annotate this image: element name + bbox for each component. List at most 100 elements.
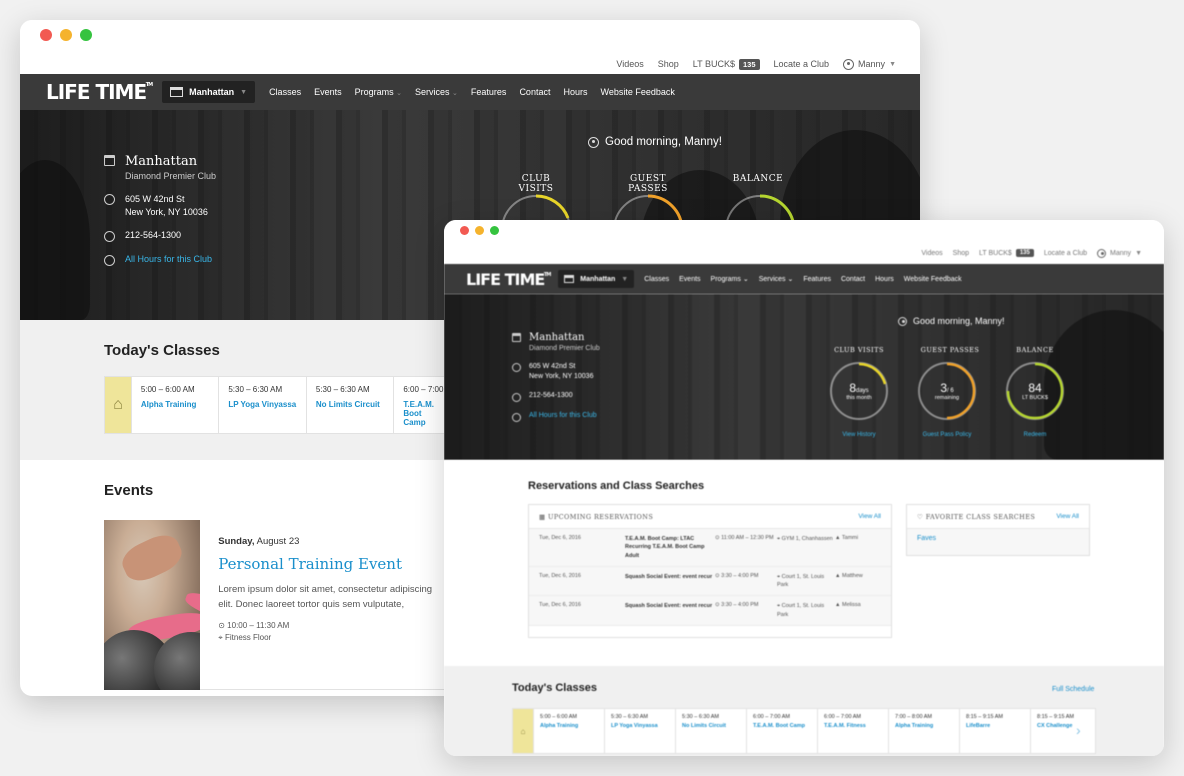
club-type: Diamond Premier Club xyxy=(529,345,600,352)
upcoming-reservations-header: ▦ UPCOMING RESERVATIONS View All xyxy=(529,505,891,529)
main-nav: LIFE TIME TM Manhattan ▼ Classes Events P… xyxy=(444,264,1164,294)
close-window-button[interactable] xyxy=(40,29,52,41)
nav-hours[interactable]: Hours xyxy=(875,276,894,283)
upcoming-reservations-panel: ▦ UPCOMING RESERVATIONS View All Tue, De… xyxy=(528,504,892,638)
nav-features[interactable]: Features xyxy=(471,87,507,97)
class-card[interactable]: 7:00 – 8:00 AM Alpha Training xyxy=(888,709,959,753)
sunrise-icon: ⌂ xyxy=(105,377,131,433)
clock-icon xyxy=(104,255,115,267)
videos-link[interactable]: Videos xyxy=(921,250,942,257)
nav-website-feedback[interactable]: Website Feedback xyxy=(600,87,674,97)
favorite-item[interactable]: Faves xyxy=(907,529,1089,555)
nav-programs[interactable]: Programs ⌄ xyxy=(355,87,402,97)
class-card[interactable]: 5:00 – 6:00 AM Alpha Training xyxy=(533,709,604,753)
class-name[interactable]: LP Yoga Vinyassa xyxy=(228,400,297,409)
class-card[interactable]: 6:00 – 7:00 AM T.E.A.M. Fitness xyxy=(817,709,888,753)
reservations-section: Reservations and Class Searches ▦ UPCOMI… xyxy=(444,460,1164,666)
nav-services[interactable]: Services ⌄ xyxy=(415,87,458,97)
user-name: Manny xyxy=(858,59,886,69)
upcoming-view-all-link[interactable]: View All xyxy=(858,513,881,520)
club-selector-label: Manhattan xyxy=(580,275,616,283)
class-card[interactable]: 6:00 – 7:00 AM T.E.A.M. Boot Camp xyxy=(746,709,817,753)
club-selector-label: Manhattan xyxy=(189,87,235,97)
club-selector[interactable]: Manhattan ▼ xyxy=(558,270,635,288)
nav-features[interactable]: Features xyxy=(803,276,831,283)
calendar-icon: ▦ xyxy=(539,512,546,521)
nav-events[interactable]: Events xyxy=(679,276,700,283)
videos-link[interactable]: Videos xyxy=(616,59,643,69)
person-icon: ▲ xyxy=(835,535,841,541)
view-history-link[interactable]: View History xyxy=(830,432,888,438)
balance-ring: 84 LT BUCK$ xyxy=(1006,362,1064,420)
lt-bucks-link[interactable]: LT BUCK$ 135 xyxy=(979,249,1034,257)
reservation-row[interactable]: Tue, Dec 6, 2016 Squash Social Event: ev… xyxy=(529,566,891,597)
all-hours-link[interactable]: All Hours for this Club xyxy=(125,254,212,264)
class-card[interactable]: 5:30 – 6:30 AM No Limits Circuit xyxy=(305,377,394,433)
address-line2: New York, NY 10036 xyxy=(125,206,208,217)
nav-services[interactable]: Services ⌄ xyxy=(759,275,794,283)
class-name[interactable]: Alpha Training xyxy=(141,400,210,409)
chevron-down-icon: ▼ xyxy=(1135,249,1142,257)
user-icon xyxy=(898,316,907,326)
all-hours-link[interactable]: All Hours for this Club xyxy=(529,412,597,419)
class-card[interactable]: 5:30 – 6:30 AM No Limits Circuit xyxy=(675,709,746,753)
user-menu[interactable]: Manny ▼ xyxy=(843,58,896,70)
favorites-view-all-link[interactable]: View All xyxy=(1056,513,1079,520)
reservation-row[interactable]: Tue, Dec 6, 2016 Squash Social Event: ev… xyxy=(529,596,891,626)
club-phone[interactable]: 212-564-1300 xyxy=(529,392,573,399)
life-time-logo[interactable]: LIFE TIME TM xyxy=(46,80,153,104)
nav-contact[interactable]: Contact xyxy=(519,87,550,97)
nav-events[interactable]: Events xyxy=(314,87,342,97)
todays-classes-title: Today's Classes xyxy=(104,342,220,359)
user-icon xyxy=(1097,248,1107,258)
redeem-link[interactable]: Redeem xyxy=(1006,432,1064,438)
class-card[interactable]: 5:00 – 6:00 AM Alpha Training xyxy=(130,377,219,433)
minimize-window-button[interactable] xyxy=(60,29,72,41)
shop-link[interactable]: Shop xyxy=(658,59,679,69)
chevron-right-icon[interactable]: › xyxy=(1076,722,1081,738)
nav-classes[interactable]: Classes xyxy=(644,276,669,283)
locate-club-link[interactable]: Locate a Club xyxy=(774,59,830,69)
phone-icon xyxy=(512,392,521,402)
favorite-searches-panel: ♡ FAVORITE CLASS SEARCHES View All Faves xyxy=(906,504,1090,556)
close-window-button[interactable] xyxy=(460,226,469,235)
maximize-window-button[interactable] xyxy=(80,29,92,41)
events-title: Events xyxy=(104,482,154,499)
greeting: Good morning, Manny! xyxy=(588,136,722,148)
class-name[interactable]: T.E.A.M. Boot Camp xyxy=(403,400,443,427)
full-schedule-link[interactable]: Full Schedule xyxy=(1052,686,1094,693)
nav-hours[interactable]: Hours xyxy=(563,87,587,97)
club-phone[interactable]: 212-564-1300 xyxy=(125,230,181,240)
life-time-logo[interactable]: LIFE TIME TM xyxy=(466,270,551,289)
nav-classes[interactable]: Classes xyxy=(269,87,301,97)
event-card[interactable]: Sunday, August 23 Personal Training Even… xyxy=(104,520,464,690)
maximize-window-button[interactable] xyxy=(490,226,499,235)
nav-website-feedback[interactable]: Website Feedback xyxy=(904,276,962,283)
event-title[interactable]: Personal Training Event xyxy=(218,555,446,574)
lt-bucks-link[interactable]: LT BUCK$ 135 xyxy=(693,58,760,70)
club-visits-label: CLUB VISITS xyxy=(834,346,884,354)
nav-contact[interactable]: Contact xyxy=(841,276,865,283)
class-card[interactable]: 8:15 – 9:15 AM LifeBarre xyxy=(959,709,1030,753)
user-menu[interactable]: Manny ▼ xyxy=(1097,248,1142,258)
nav-programs[interactable]: Programs ⌄ xyxy=(711,275,749,283)
shop-link[interactable]: Shop xyxy=(953,250,969,257)
window-titlebar xyxy=(20,20,920,54)
club-selector[interactable]: Manhattan ▼ xyxy=(162,81,256,103)
class-card[interactable]: 5:30 – 6:30 AM LP Yoga Vinyassa xyxy=(604,709,675,753)
minimize-window-button[interactable] xyxy=(475,226,484,235)
class-card[interactable]: 5:30 – 6:30 AM LP Yoga Vinyassa xyxy=(218,377,306,433)
class-strip: ⌂ 5:00 – 6:00 AM Alpha Training 5:30 – 6… xyxy=(104,376,464,434)
main-nav: LIFE TIME TM Manhattan ▼ Classes Events P… xyxy=(20,74,920,110)
location-pin-icon: ⌖ xyxy=(777,573,781,580)
greeting: Good morning, Manny! xyxy=(898,316,1005,326)
reservation-row[interactable]: Tue, Dec 6, 2016 T.E.A.M. Boot Camp: LTA… xyxy=(529,529,891,567)
class-name[interactable]: No Limits Circuit xyxy=(316,400,385,409)
club-name: Manhattan xyxy=(529,332,585,343)
browser-window-front: Videos Shop LT BUCK$ 135 Locate a Club M… xyxy=(444,220,1164,756)
event-date: Sunday, August 23 xyxy=(218,536,300,547)
balance-label: BALANCE xyxy=(732,174,784,184)
locate-club-link[interactable]: Locate a Club xyxy=(1044,250,1087,257)
user-name: Manny xyxy=(1110,249,1132,257)
guest-pass-policy-link[interactable]: Guest Pass Policy xyxy=(910,432,984,438)
